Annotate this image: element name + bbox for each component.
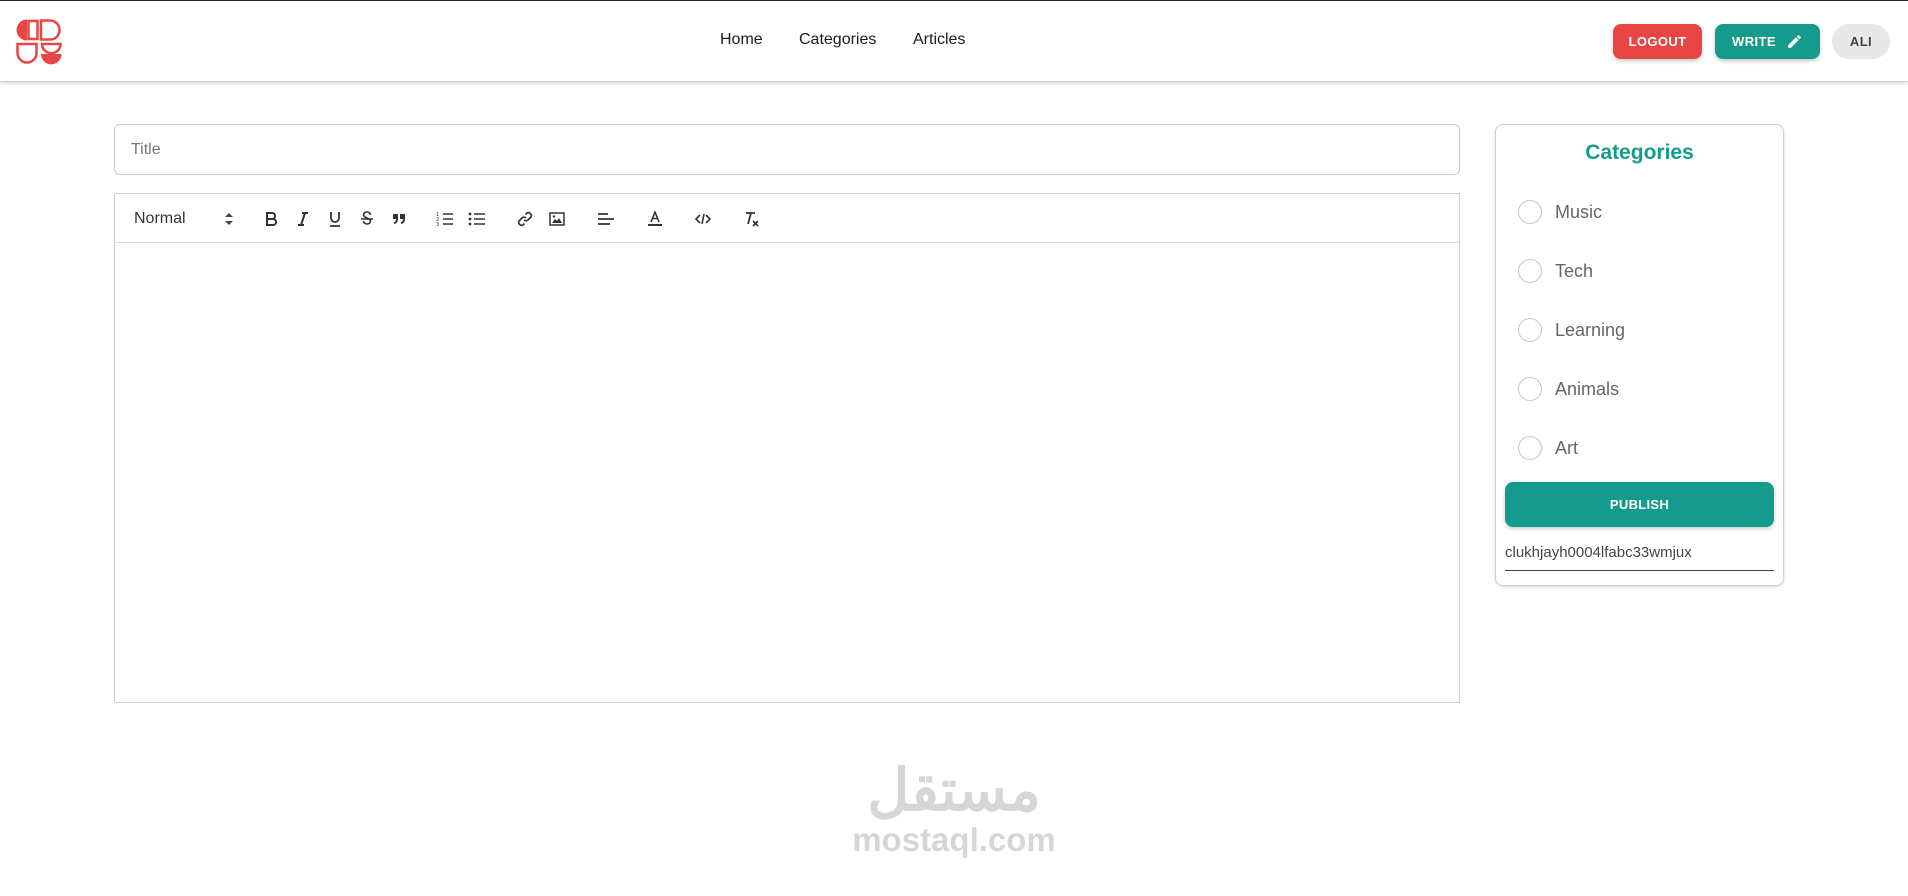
- rich-text-editor: Normal 123: [114, 193, 1460, 703]
- watermark-latin: mostaql.com: [852, 821, 1056, 858]
- pencil-icon: [1788, 35, 1801, 48]
- category-option-animals[interactable]: Animals: [1518, 376, 1619, 402]
- id-input[interactable]: clukhjayh0004lfabc33wmjux: [1505, 544, 1774, 571]
- image-icon[interactable]: [547, 209, 567, 229]
- logout-button[interactable]: LOGOUT: [1613, 24, 1702, 59]
- publish-button[interactable]: PUBLISH: [1505, 482, 1774, 527]
- radio-icon[interactable]: [1518, 318, 1542, 342]
- category-label: Art: [1555, 437, 1579, 458]
- logout-label: LOGOUT: [1628, 34, 1687, 49]
- title-placeholder: Title: [131, 140, 161, 158]
- radio-icon[interactable]: [1518, 200, 1542, 224]
- category-label: Animals: [1555, 378, 1620, 399]
- editor-toolbar: Normal 123: [115, 194, 1459, 243]
- category-option-art[interactable]: Art: [1518, 435, 1578, 461]
- radio-icon[interactable]: [1518, 377, 1542, 401]
- clear-format-icon[interactable]: [742, 209, 762, 229]
- category-option-music[interactable]: Music: [1518, 199, 1602, 225]
- updown-arrow-icon: [225, 213, 233, 225]
- write-button[interactable]: WRITE: [1715, 24, 1820, 59]
- title-input[interactable]: Title: [114, 124, 1460, 175]
- watermark: مستقل mostaql.com: [838, 760, 1070, 858]
- italic-icon[interactable]: [293, 209, 313, 229]
- category-label: Tech: [1555, 260, 1594, 281]
- blockquote-icon[interactable]: [389, 209, 409, 229]
- code-icon[interactable]: [693, 209, 713, 229]
- radio-icon[interactable]: [1518, 436, 1542, 460]
- align-icon[interactable]: [596, 209, 616, 229]
- underline-icon[interactable]: [325, 209, 345, 229]
- publish-label: PUBLISH: [1609, 497, 1670, 512]
- bullet-list-icon[interactable]: [467, 209, 487, 229]
- nav-link-articles[interactable]: Articles: [913, 31, 965, 49]
- user-button[interactable]: ALI: [1832, 24, 1890, 59]
- category-option-learning[interactable]: Learning: [1518, 317, 1625, 343]
- categories-title: Categories: [1585, 141, 1694, 164]
- nav-link-categories[interactable]: Categories: [799, 31, 876, 49]
- category-option-tech[interactable]: Tech: [1518, 258, 1593, 284]
- strikethrough-icon[interactable]: [357, 209, 377, 229]
- format-select-value: Normal: [134, 210, 186, 227]
- watermark-arabic: مستقل: [867, 758, 1041, 823]
- ordered-list-icon[interactable]: 123: [435, 209, 455, 229]
- svg-text:3: 3: [436, 222, 439, 227]
- category-label: Music: [1555, 201, 1603, 222]
- navbar: Home Categories Articles LOGOUT WRITE AL…: [0, 0, 1908, 81]
- category-label: Learning: [1555, 319, 1626, 340]
- format-select[interactable]: Normal: [134, 207, 234, 231]
- editor-content-area[interactable]: [115, 243, 1459, 702]
- link-icon[interactable]: [515, 209, 535, 229]
- write-label: WRITE: [1732, 34, 1776, 49]
- categories-panel: Categories Music Tech Learning Animals A…: [1495, 124, 1784, 586]
- text-color-icon[interactable]: [645, 209, 665, 229]
- user-label: ALI: [1849, 34, 1873, 49]
- nav-link-home[interactable]: Home: [720, 31, 763, 49]
- radio-icon[interactable]: [1518, 259, 1542, 283]
- id-value: clukhjayh0004lfabc33wmjux: [1505, 544, 1692, 561]
- bold-icon[interactable]: [261, 209, 281, 229]
